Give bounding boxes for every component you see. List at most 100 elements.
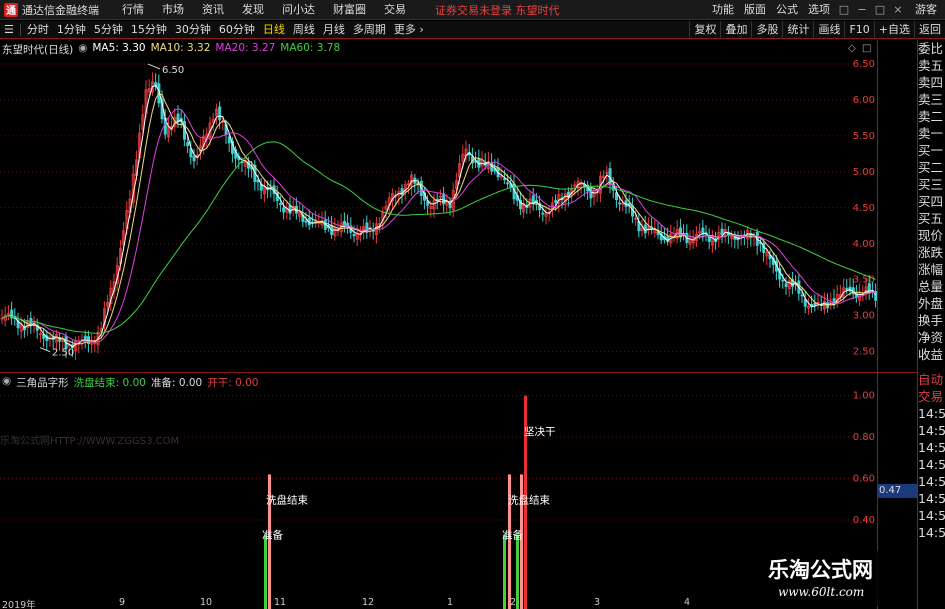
legend-ready: 准备: 0.00	[150, 377, 203, 389]
candle-body	[845, 287, 849, 291]
menu-item-market[interactable]: 市场	[153, 0, 193, 20]
candlestick-chart[interactable]: 6.50 6.00 5.50 5.00 4.50 4.00 3.50 3.00 2.50 6.50…	[0, 40, 878, 372]
settings-circle-icon[interactable]: ◉	[2, 375, 11, 390]
menu-item-options[interactable]: 选项	[803, 0, 835, 20]
y-tick-label: 5.50	[853, 131, 875, 142]
candle-body	[800, 294, 804, 297]
app-title: 通达信金融终端	[22, 3, 99, 17]
sub-legend: ◉ 三角品字形 洗盘结束: 0.00 准备: 0.00 开干: 0.00	[2, 375, 258, 390]
y-tick-label: 6.00	[853, 95, 875, 106]
period-intraday[interactable]: 分时	[23, 21, 53, 39]
f10-button[interactable]: F10	[844, 20, 873, 39]
menu-item-ask[interactable]: 问小达	[273, 0, 324, 20]
candle-body	[282, 207, 286, 213]
settings-circle-icon[interactable]: ◉	[78, 42, 87, 57]
x-tick: 2019年	[2, 600, 36, 609]
menu-icon[interactable]: ☰	[0, 21, 18, 39]
menu-item-trade[interactable]: 交易	[375, 0, 415, 20]
y-tick-label: 4.00	[853, 239, 875, 250]
quote-panel-label: 卖一	[918, 126, 944, 141]
maximize-icon[interactable]: □	[871, 3, 889, 16]
x-tick: 9	[119, 597, 126, 608]
quote-panel-label: 卖二	[918, 109, 944, 124]
candle-body	[506, 182, 510, 185]
period-15min[interactable]: 15分钟	[127, 21, 171, 39]
restore-icon[interactable]: □	[835, 3, 853, 16]
diamond-icon[interactable]: ◇	[848, 43, 856, 54]
period-monthly[interactable]: 月线	[319, 21, 349, 39]
period-toolbar: ☰ 分时 1分钟 5分钟 15分钟 30分钟 60分钟 日线 周线 月线 多周期…	[0, 20, 945, 39]
menu-item-news[interactable]: 资讯	[193, 0, 233, 20]
quote-panel-label: 自动	[918, 372, 944, 387]
period-daily[interactable]: 日线	[259, 21, 289, 39]
period-multi[interactable]: 多周期	[349, 21, 390, 39]
candle-body	[541, 212, 545, 215]
signal-annotation: 洗盘结束	[508, 493, 550, 506]
period-more[interactable]: 更多 ›	[390, 21, 428, 39]
candle-body	[176, 113, 180, 123]
quote-panel-label: 14:56	[918, 508, 945, 523]
quote-panel-label: 现价	[918, 228, 944, 243]
close-icon[interactable]: ×	[889, 3, 907, 16]
main-legend: 东望时代(日线) ◉ MA5: 3.30 MA10: 3.32 MA20: 3.…	[2, 42, 340, 57]
y-tick-label: 2.50	[853, 347, 875, 358]
add-watchlist-button[interactable]: +自选	[873, 20, 914, 39]
legend-washout: 洗盘结束: 0.00	[73, 377, 146, 389]
login-warning[interactable]: 证券交易未登录 东望时代	[435, 2, 560, 18]
ma5-label: MA5: 3.30	[92, 42, 146, 54]
app-logo-icon: 通	[4, 2, 18, 17]
back-button[interactable]: 返回	[914, 20, 945, 39]
minimize-icon[interactable]: −	[853, 3, 871, 16]
menu-item-wealth[interactable]: 财富圈	[324, 0, 375, 20]
indicator-svg: 1.00 0.80 0.60 0.40 洗盘结束准备 洗盘结束准备 坚决干	[0, 391, 875, 609]
y-tick-label: 3.00	[853, 311, 875, 322]
stats-button[interactable]: 统计	[782, 20, 813, 39]
watermark-text: 乐淘公式网HTTP://WWW.ZGGS3.COM	[0, 436, 180, 447]
x-tick: 11	[274, 597, 287, 608]
y-tick-label: 4.50	[853, 203, 875, 214]
quote-panel-label: 涨幅	[918, 262, 944, 277]
menu-item-quotes[interactable]: 行情	[113, 0, 153, 20]
quote-panel-label: 买五	[918, 211, 944, 226]
signal-annotation: 洗盘结束	[266, 493, 308, 506]
draw-line-button[interactable]: 画线	[813, 20, 844, 39]
guest-label[interactable]: 游客	[907, 0, 945, 20]
candle-body	[502, 178, 506, 181]
x-tick: 4	[684, 597, 691, 608]
quote-panel-label: 14:56	[918, 491, 945, 506]
candle-body	[192, 156, 196, 162]
menu-item-discover[interactable]: 发现	[233, 0, 273, 20]
indicator-chart[interactable]: 1.00 0.80 0.60 0.40 洗盘结束 准备 洗盘结束 准备 坚决干 ◉ 三角品字形 …	[0, 373, 877, 609]
menu-item-formula[interactable]: 公式	[771, 0, 803, 20]
x-tick: 2	[510, 597, 517, 608]
x-tick: 12	[362, 597, 375, 608]
quote-panel-label: 14:55	[918, 406, 945, 421]
menu-item-layout[interactable]: 版面	[739, 0, 771, 20]
period-1min[interactable]: 1分钟	[53, 21, 90, 39]
candle-body	[867, 283, 871, 294]
brand-overlay: 乐淘公式网 www.60lt.com	[762, 551, 912, 606]
quote-panel-label: 14:56	[918, 474, 945, 489]
indicator-title: 三角品字形	[16, 377, 69, 389]
low-pointer	[39, 347, 51, 352]
period-weekly[interactable]: 周线	[289, 21, 319, 39]
candle-body	[278, 203, 282, 205]
period-60min[interactable]: 60分钟	[215, 21, 259, 39]
quote-panel-label: 外盘	[918, 296, 944, 311]
candle-body	[813, 302, 817, 306]
quote-panel-label: 卖五	[918, 58, 944, 73]
menu-item-function[interactable]: 功能	[707, 0, 739, 20]
quote-panel-label: 涨跌	[918, 245, 944, 260]
period-5min[interactable]: 5分钟	[90, 21, 127, 39]
adjust-button[interactable]: 复权	[689, 20, 720, 39]
period-30min[interactable]: 30分钟	[171, 21, 215, 39]
overlay-button[interactable]: 叠加	[720, 20, 751, 39]
brand-url: www.60lt.com	[778, 585, 865, 599]
quote-panel-label: 买二	[918, 160, 944, 175]
quote-panel-label: 委比	[918, 41, 944, 56]
multi-stock-button[interactable]: 多股	[751, 20, 782, 39]
moving-average-line	[1, 84, 877, 348]
quote-panel-label: 卖四	[918, 75, 944, 90]
quote-panel: 委比 卖五 卖四 卖三 卖二 卖一 买一 买二 买三 买四 买五 现价 涨跌 涨幅 总量 外盘 换手 净资 收益 自动…	[917, 40, 945, 609]
collapse-icon[interactable]: □	[862, 43, 871, 54]
